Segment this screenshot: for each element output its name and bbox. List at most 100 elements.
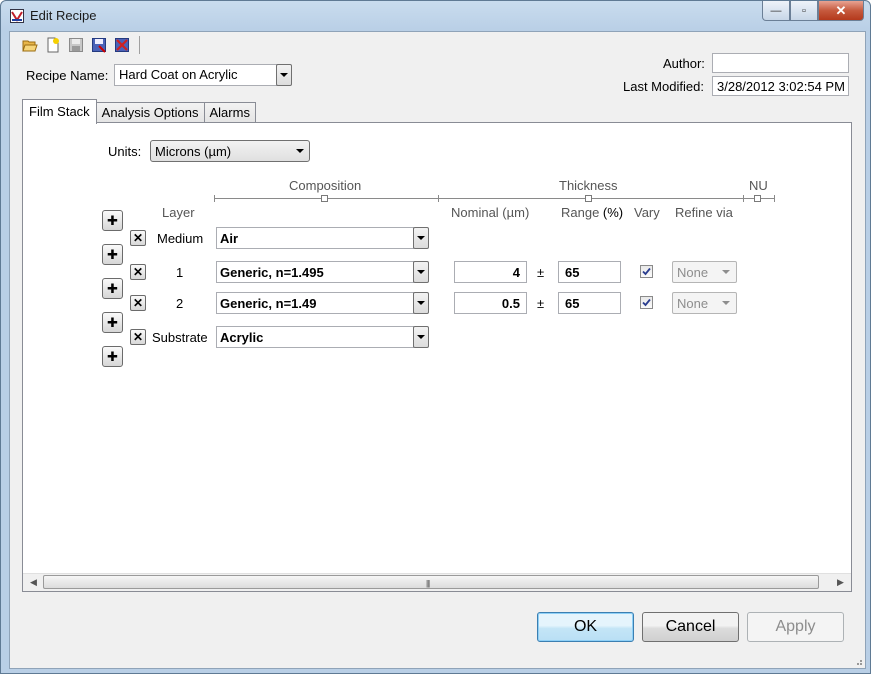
author-label: Author: bbox=[663, 56, 705, 71]
range-field[interactable]: 65 bbox=[558, 261, 621, 283]
last-modified-label: Last Modified: bbox=[623, 79, 704, 94]
checkmark-icon bbox=[642, 298, 651, 307]
delete-icon: ✕ bbox=[132, 265, 144, 279]
checkmark-icon bbox=[642, 267, 651, 276]
app-icon bbox=[10, 9, 24, 23]
insert-arrow-icon: ✚ bbox=[107, 212, 118, 228]
chevron-down-icon bbox=[417, 270, 425, 274]
composition-expand-handle[interactable] bbox=[321, 195, 328, 202]
scroll-right-button[interactable]: ▶ bbox=[832, 574, 849, 591]
delete-layer-button[interactable]: ✕ bbox=[130, 264, 146, 280]
range-col-header-unit: (%) bbox=[602, 205, 624, 220]
save-as-icon bbox=[92, 38, 106, 53]
range-field[interactable]: 65 bbox=[558, 292, 621, 314]
refine-via-col-header: Refine via bbox=[675, 205, 733, 220]
nominal-thickness-field[interactable]: 4 bbox=[454, 261, 527, 283]
resize-grip-icon[interactable] bbox=[853, 656, 863, 666]
new-recipe-icon bbox=[47, 37, 59, 53]
units-select[interactable]: Microns (µm) bbox=[150, 140, 310, 162]
delete-layer-button[interactable]: ✕ bbox=[130, 329, 146, 345]
delete-icon: ✕ bbox=[132, 231, 144, 245]
horizontal-scrollbar[interactable]: ◀ ||| ▶ bbox=[23, 573, 851, 591]
insert-arrow-icon: ✚ bbox=[107, 314, 118, 330]
scroll-left-button[interactable]: ◀ bbox=[25, 574, 42, 591]
minimize-button[interactable]: — bbox=[762, 1, 790, 21]
new-button[interactable] bbox=[43, 36, 63, 54]
thickness-header: Thickness bbox=[559, 178, 618, 193]
tab-strip: Film Stack Analysis Options Alarms bbox=[22, 99, 256, 124]
close-icon: ✕ bbox=[835, 2, 847, 18]
toolbar-separator bbox=[139, 36, 140, 54]
insert-layer-button[interactable]: ✚ bbox=[102, 244, 123, 265]
insert-layer-button[interactable]: ✚ bbox=[102, 312, 123, 333]
refine-via-select[interactable]: None bbox=[672, 292, 737, 314]
material-field[interactable]: Generic, n=1.49 bbox=[216, 292, 414, 314]
last-modified-field: 3/28/2012 3:02:54 PM bbox=[712, 76, 849, 96]
delete-recipe-button[interactable] bbox=[112, 36, 132, 54]
thickness-expand-handle[interactable] bbox=[585, 195, 592, 202]
chevron-down-icon bbox=[296, 149, 304, 153]
tab-analysis-options[interactable]: Analysis Options bbox=[96, 102, 205, 124]
units-label: Units: bbox=[108, 144, 142, 159]
title-bar[interactable]: Edit Recipe — ▫ ✕ bbox=[1, 1, 870, 31]
toolbar bbox=[20, 35, 140, 55]
layer-col-header: Layer bbox=[162, 205, 195, 220]
material-dropdown-button[interactable] bbox=[413, 261, 429, 283]
chevron-right-icon: ▶ bbox=[837, 577, 844, 587]
author-field[interactable] bbox=[712, 53, 849, 73]
grip-icon: ||| bbox=[426, 579, 430, 588]
insert-layer-button[interactable]: ✚ bbox=[102, 278, 123, 299]
chevron-down-icon bbox=[417, 335, 425, 339]
material-field[interactable]: Generic, n=1.495 bbox=[216, 261, 414, 283]
chevron-down-icon bbox=[417, 301, 425, 305]
close-button[interactable]: ✕ bbox=[818, 1, 864, 21]
nominal-col-header: Nominal (µm) bbox=[451, 205, 530, 220]
tab-alarms[interactable]: Alarms bbox=[204, 102, 256, 124]
delete-icon: ✕ bbox=[132, 330, 144, 344]
ok-button[interactable]: OK bbox=[537, 612, 634, 642]
film-stack-panel: Units: Microns (µm) Composition Thicknes… bbox=[22, 122, 852, 592]
units-value: Microns (µm) bbox=[155, 144, 232, 159]
ruler-tick bbox=[743, 195, 744, 202]
insert-arrow-icon: ✚ bbox=[107, 246, 118, 262]
insert-arrow-icon: ✚ bbox=[107, 280, 118, 296]
chevron-left-icon: ◀ bbox=[30, 577, 37, 587]
nu-header: NU bbox=[749, 178, 768, 193]
apply-button[interactable]: Apply bbox=[747, 612, 844, 642]
layer-name: 1 bbox=[176, 265, 184, 280]
composition-header: Composition bbox=[289, 178, 362, 193]
material-field[interactable]: Air bbox=[216, 227, 414, 249]
material-dropdown-button[interactable] bbox=[413, 326, 429, 348]
layer-name: Substrate bbox=[152, 330, 208, 345]
recipe-name-dropdown-button[interactable] bbox=[276, 64, 292, 86]
scroll-thumb[interactable]: ||| bbox=[43, 575, 819, 589]
cancel-button[interactable]: Cancel bbox=[642, 612, 739, 642]
plus-minus-symbol: ± bbox=[537, 296, 545, 311]
vary-checkbox[interactable] bbox=[640, 265, 653, 278]
material-field[interactable]: Acrylic bbox=[216, 326, 414, 348]
nu-expand-handle[interactable] bbox=[754, 195, 761, 202]
delete-layer-button[interactable]: ✕ bbox=[130, 295, 146, 311]
maximize-button[interactable]: ▫ bbox=[790, 1, 818, 21]
nominal-thickness-field[interactable]: 0.5 bbox=[454, 292, 527, 314]
delete-layer-button[interactable]: ✕ bbox=[130, 230, 146, 246]
recipe-name-label: Recipe Name: bbox=[26, 68, 109, 83]
delete-icon: ✕ bbox=[132, 296, 144, 310]
ruler-tick bbox=[774, 195, 775, 202]
range-col-header-text: Range bbox=[561, 205, 603, 220]
material-dropdown-button[interactable] bbox=[413, 292, 429, 314]
tab-film-stack[interactable]: Film Stack bbox=[22, 99, 97, 124]
ruler-tick bbox=[438, 195, 439, 202]
refine-via-select[interactable]: None bbox=[672, 261, 737, 283]
open-button[interactable] bbox=[20, 36, 40, 54]
insert-layer-button[interactable]: ✚ bbox=[102, 346, 123, 367]
recipe-name-combo[interactable]: Hard Coat on Acrylic bbox=[114, 64, 278, 86]
plus-minus-symbol: ± bbox=[537, 265, 545, 280]
save-button[interactable] bbox=[66, 36, 86, 54]
save-as-button[interactable] bbox=[89, 36, 109, 54]
insert-layer-button[interactable]: ✚ bbox=[102, 210, 123, 231]
edit-recipe-window: Edit Recipe — ▫ ✕ Recipe Name: Hard Coat… bbox=[0, 0, 871, 674]
material-dropdown-button[interactable] bbox=[413, 227, 429, 249]
vary-checkbox[interactable] bbox=[640, 296, 653, 309]
save-icon bbox=[69, 38, 83, 52]
